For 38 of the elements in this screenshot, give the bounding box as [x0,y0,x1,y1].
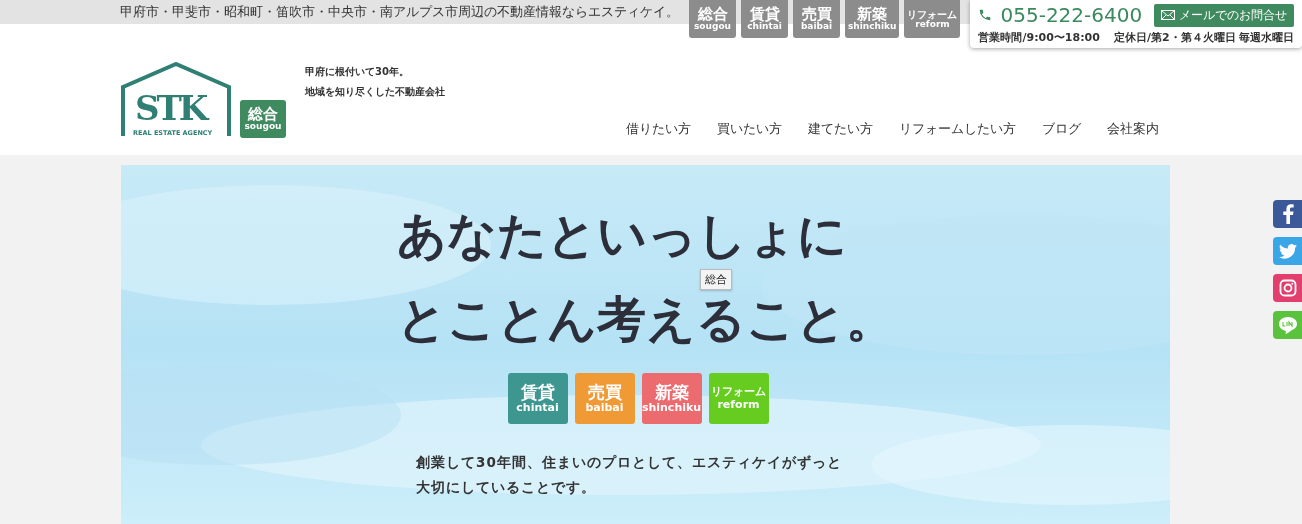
hero-headline: あなたといっしょに [396,206,848,266]
category-tile[interactable]: 売買 baibai [574,373,635,424]
category-tab[interactable]: 賃貸 chintai [741,0,788,38]
facebook-icon [1281,204,1294,224]
category-tab[interactable]: 新築 shinchiku [845,0,900,38]
facebook-button[interactable] [1273,200,1302,228]
hero-description: 大切にしていることです。 [416,478,598,497]
category-tile[interactable]: リフォーム reform [708,373,769,424]
company-tagline: 甲府に根付いて30年。 [305,65,410,79]
nav-link[interactable]: ブログ [1042,121,1081,138]
nav-link[interactable]: 買いたい方 [717,121,782,138]
holiday-info: 定休日/第2・第４火曜日 毎週水曜日 [1113,30,1295,45]
nav-link[interactable]: 借りたい方 [626,121,691,138]
hero-headline: とことん考えること。 [396,290,895,350]
instagram-button[interactable] [1273,274,1302,302]
category-badge: 総合 sougou [240,100,286,138]
category-tab[interactable]: リフォーム reform [904,0,961,38]
bird-icon [1278,243,1297,259]
line-button[interactable] [1273,311,1302,339]
phone-icon [978,8,993,22]
tooltip: 総合 [700,269,732,290]
mail-button[interactable]: メールでのお問合せ [1154,3,1295,27]
nav-link[interactable]: 建てたい方 [808,121,873,138]
business-hours: 営業時間/9:00〜18:00 [978,30,1100,45]
hero-description: 創業して30年間、住まいのプロとして、エスティケイがずっと [416,453,842,472]
category-tile[interactable]: 賃貸 chintai [507,373,568,424]
category-tab[interactable]: 売買 baibai [793,0,840,38]
category-tab[interactable]: 総合 sougou [689,0,736,38]
company-tagline: 地域を知り尽くした不動産会社 [305,85,445,99]
phone-number: 055-222-6400 [1000,3,1143,27]
camera-icon [1278,279,1297,297]
nav-link[interactable]: リフォームしたい方 [899,121,1016,138]
twitter-button[interactable] [1273,237,1302,265]
category-tile[interactable]: 新築 shinchiku [641,373,702,424]
envelope-icon [1161,10,1176,20]
nav-link[interactable]: 会社案内 [1107,121,1159,138]
site-tagline: 甲府市・甲斐市・昭和町・笛吹市・中央市・南アルプス市周辺の不動産情報ならエスティケイ。 [120,3,679,21]
speech-bubble-icon [1277,315,1298,335]
